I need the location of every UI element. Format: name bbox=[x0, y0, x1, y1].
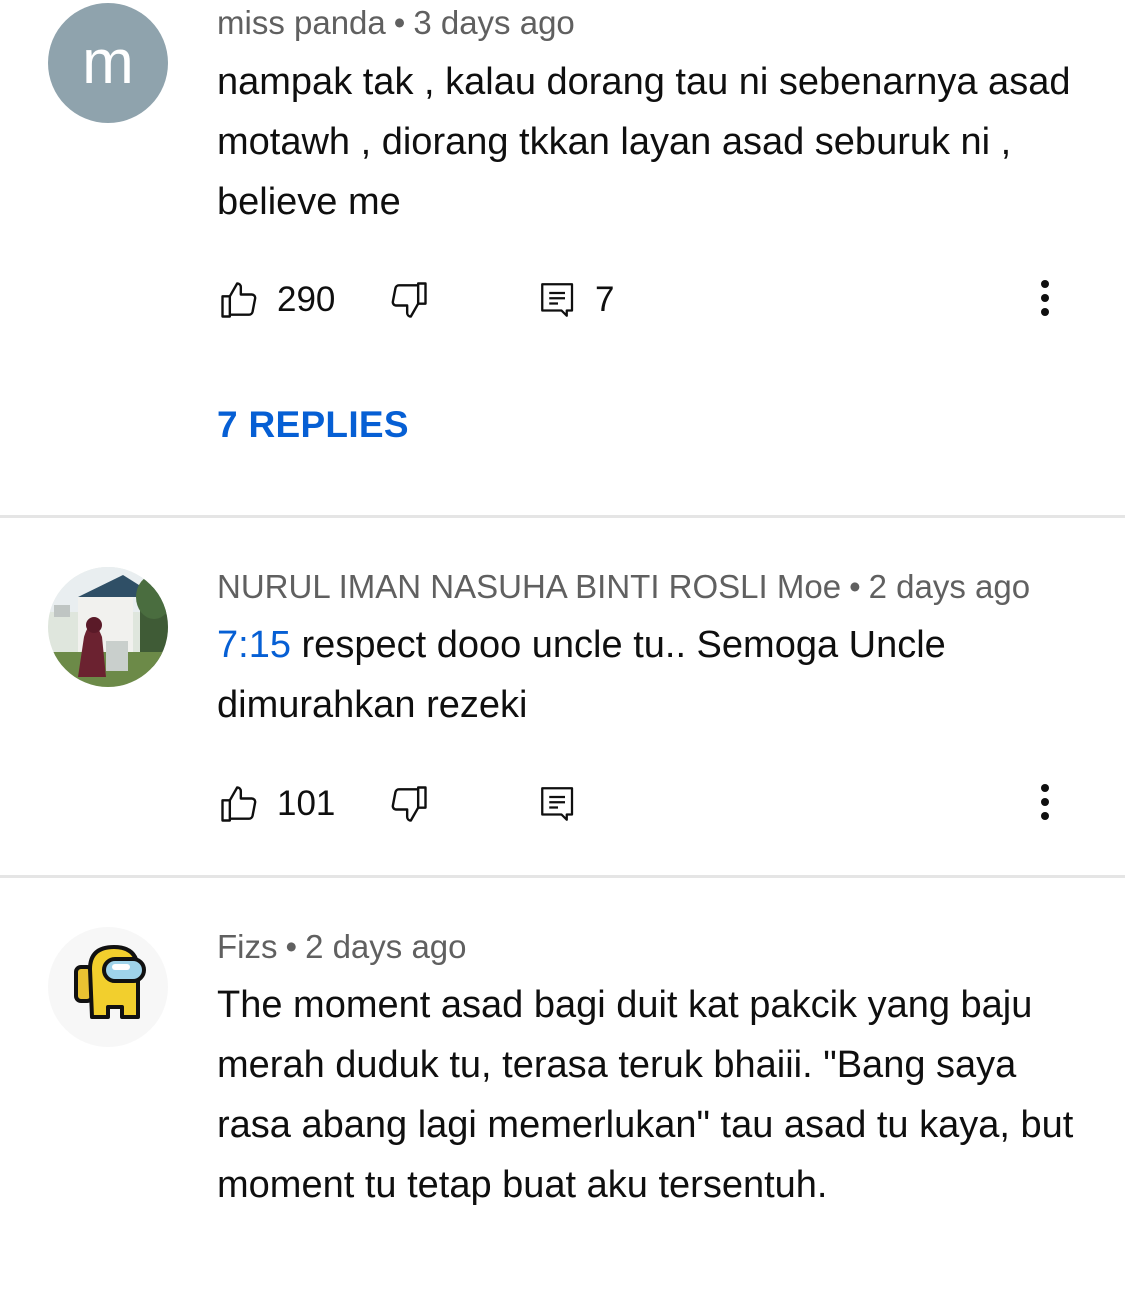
thumbs-down-icon bbox=[387, 278, 431, 322]
dislike-button[interactable] bbox=[387, 276, 431, 324]
dislike-button[interactable] bbox=[387, 780, 431, 828]
comment-meta: NURUL IMAN NASUHA BINTI ROSLI Moe • 2 days… bbox=[217, 568, 1030, 606]
comment-text: 7:15 respect dooo uncle tu.. Semoga Uncl… bbox=[217, 615, 1077, 735]
comment-meta: miss panda • 3 days ago bbox=[217, 4, 575, 42]
comment-text: nampak tak , kalau dorang tau ni sebenar… bbox=[217, 61, 1071, 223]
meta-separator: • bbox=[393, 4, 406, 41]
author-name[interactable]: Fizs bbox=[217, 928, 278, 965]
more-vert-icon bbox=[1039, 782, 1051, 827]
divider bbox=[0, 875, 1125, 878]
like-count: 290 bbox=[277, 280, 336, 319]
comment-actions: 101 bbox=[217, 780, 1097, 828]
like-button[interactable]: 290 bbox=[217, 276, 335, 324]
reply-count: 7 bbox=[595, 280, 615, 319]
thumbs-up-icon bbox=[217, 278, 261, 322]
avatar[interactable]: m bbox=[48, 3, 168, 123]
avatar[interactable] bbox=[48, 927, 168, 1047]
avatar[interactable] bbox=[48, 567, 168, 687]
thumbs-up-icon bbox=[217, 782, 261, 826]
comment-time[interactable]: 2 days ago bbox=[305, 928, 466, 965]
avatar-photo bbox=[48, 567, 168, 687]
author-name[interactable]: NURUL IMAN NASUHA BINTI ROSLI Moe bbox=[217, 568, 841, 605]
avatar-letter: m bbox=[82, 28, 134, 97]
comment-text: The moment asad bagi duit kat pakcik yan… bbox=[217, 984, 1074, 1206]
divider bbox=[0, 515, 1125, 518]
comment-text-body: respect dooo uncle tu.. Semoga Uncle dim… bbox=[217, 624, 946, 726]
comment-time[interactable]: 2 days ago bbox=[869, 568, 1030, 605]
more-options-button[interactable] bbox=[1021, 780, 1069, 828]
reply-icon bbox=[537, 782, 579, 826]
timestamp-link[interactable]: 7:15 bbox=[217, 624, 291, 666]
meta-separator: • bbox=[849, 568, 861, 605]
like-button[interactable]: 101 bbox=[217, 780, 335, 828]
reply-icon bbox=[537, 278, 579, 322]
among-us-character-icon bbox=[48, 927, 168, 1047]
reply-button[interactable]: 7 bbox=[537, 276, 614, 324]
comment-actions: 290 7 bbox=[217, 276, 1097, 324]
more-options-button[interactable] bbox=[1021, 276, 1069, 324]
meta-separator: • bbox=[285, 928, 298, 965]
like-count: 101 bbox=[277, 784, 336, 823]
thumbs-down-icon bbox=[387, 782, 431, 826]
view-replies-button[interactable]: 7 REPLIES bbox=[217, 404, 409, 446]
more-vert-icon bbox=[1039, 278, 1051, 323]
comment-meta: Fizs • 2 days ago bbox=[217, 928, 467, 966]
reply-button[interactable] bbox=[537, 780, 579, 828]
comment-time[interactable]: 3 days ago bbox=[413, 4, 574, 41]
author-name[interactable]: miss panda bbox=[217, 4, 386, 41]
